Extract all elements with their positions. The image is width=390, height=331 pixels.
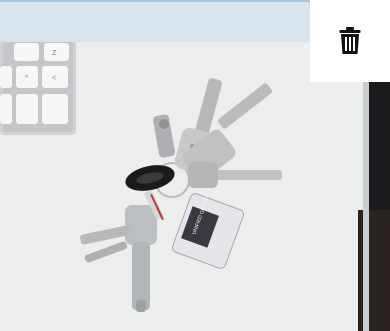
svg-text:<: <: [52, 75, 56, 82]
svg-text:Z: Z: [52, 50, 57, 57]
keyboard-shape: Z ^ <: [0, 39, 76, 135]
trash-icon: [339, 27, 361, 54]
delete-button[interactable]: [310, 0, 390, 82]
top-overlay-band: [0, 0, 310, 42]
photo-viewer-screen: Z ^ < UNIFIED GROUP: [0, 0, 390, 331]
